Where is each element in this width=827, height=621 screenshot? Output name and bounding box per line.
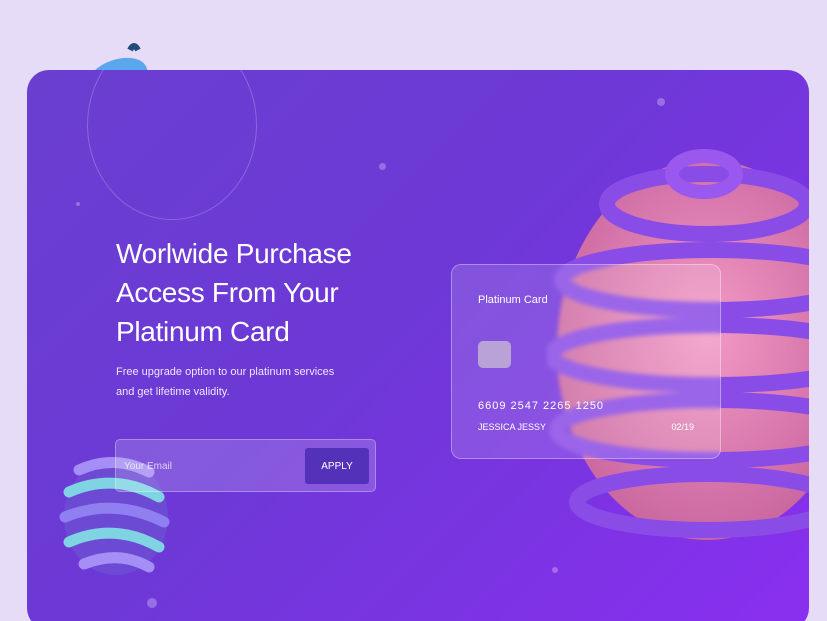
hero-panel: Worlwide Purchase Access From Your Plati… (27, 70, 809, 621)
email-subscribe-form: APPLY (115, 439, 376, 492)
card-holder-name: JESSICA JESSY (478, 422, 547, 432)
decor-dot (552, 567, 558, 573)
hero-title-line-3: Platinum Card (116, 316, 290, 347)
hero-title: Worlwide Purchase Access From Your Plati… (116, 234, 406, 351)
platinum-card: Platinum Card 6609 2547 2265 1250 JESSIC… (451, 264, 721, 459)
decor-dot (76, 202, 80, 206)
card-chip-icon (478, 341, 511, 368)
hero-title-line-1: Worlwide Purchase (116, 238, 352, 269)
apply-button[interactable]: APPLY (305, 448, 369, 484)
card-number: 6609 2547 2265 1250 (478, 400, 605, 412)
card-expiry: 02/19 (671, 422, 694, 432)
decor-dot (147, 598, 157, 608)
decor-dot (379, 163, 386, 170)
decor-dot (657, 98, 665, 106)
hero-subtitle: Free upgrade option to our platinum serv… (116, 366, 335, 398)
hero-title-line-2: Access From Your (116, 277, 339, 308)
card-title: Platinum Card (478, 294, 548, 306)
email-input[interactable] (124, 448, 302, 484)
orbit-ring (87, 70, 257, 220)
